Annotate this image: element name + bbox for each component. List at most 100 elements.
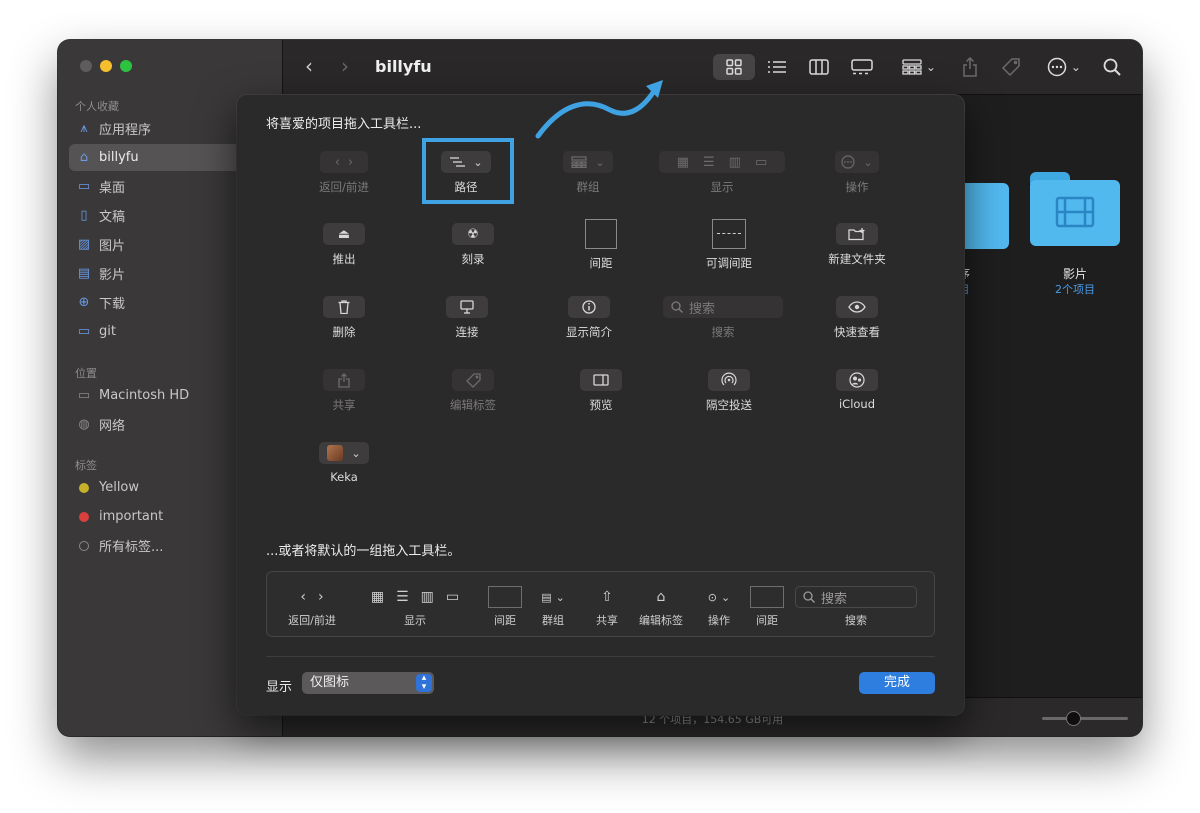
sidebar-item-movies[interactable]: ▤ 影片 xyxy=(69,260,259,287)
list-view-icon[interactable] xyxy=(765,54,789,80)
window-title: billyfu xyxy=(375,57,432,76)
toolbar-item-eject[interactable]: ⏏ 推出 xyxy=(284,223,404,267)
slider-knob[interactable] xyxy=(1066,711,1081,726)
chevron-down-icon: ⌄ xyxy=(721,590,731,604)
sidebar-item-network[interactable]: ◍ 网络 xyxy=(69,411,259,438)
minimize-window-button[interactable] xyxy=(100,60,112,72)
search-icon[interactable] xyxy=(1101,54,1123,80)
icon-view-grid-icon[interactable] xyxy=(713,54,755,80)
search-placeholder: 搜索 xyxy=(821,591,848,607)
home-icon: ⌂ xyxy=(79,150,89,165)
action-ellipsis-icon xyxy=(841,155,855,169)
toolbar-item-share[interactable]: 共享 xyxy=(284,369,404,413)
sidebar-item-label: Yellow xyxy=(99,480,140,495)
toolbar-item-label: 删除 xyxy=(332,325,356,339)
default-item-group: ▤ ⌄ 群组 xyxy=(533,586,573,628)
toolbar-item-icloud[interactable]: iCloud xyxy=(797,369,917,411)
gallery-view-icon: ▭ xyxy=(754,154,768,170)
toolbar-item-flexible-space[interactable]: 可调间距 xyxy=(669,219,789,271)
toolbar-item-back-forward[interactable]: ‹ › 返回/前进 xyxy=(284,151,404,195)
search-icon xyxy=(803,591,815,603)
toolbar-item-airdrop[interactable]: 隔空投送 xyxy=(669,369,789,413)
toolbar-item-connect[interactable]: 连接 xyxy=(407,296,527,340)
toolbar-item-edit-tags[interactable]: 编辑标签 xyxy=(413,369,533,413)
sidebar-item-home[interactable]: ⌂ billyfu xyxy=(69,144,259,171)
toolbar-item-label: 显示简介 xyxy=(566,325,612,339)
default-toolbar-set[interactable]: ‹ › 返回/前进 ▦ ☰ ▥ ▭ 显示 间距 ▤ ⌄ 群组 ⇧ 共享 ⌂ 编辑标签 xyxy=(266,571,935,637)
default-item-action: ⊙ ⌄ 操作 xyxy=(695,586,743,628)
show-mode-select[interactable]: 仅图标 ▴ ▾ xyxy=(302,672,434,694)
chevron-down-icon: ⌄ xyxy=(351,446,361,460)
tag-icon: ⌂ xyxy=(656,589,666,605)
toolbar-item-burn[interactable]: ☢ 刻录 xyxy=(413,223,533,267)
toolbar-item-keka[interactable]: ⌄ Keka xyxy=(284,442,404,484)
toolbar-item-label: 群组 xyxy=(576,180,600,194)
default-item-label: 返回/前进 xyxy=(288,614,336,627)
toolbar-item-label: 共享 xyxy=(332,398,356,412)
chevron-down-icon: ⌄ xyxy=(863,155,873,169)
sidebar-item-desktop[interactable]: ▭ 桌面 xyxy=(69,173,259,200)
sidebar-item-pictures[interactable]: ▨ 图片 xyxy=(69,231,259,258)
show-label: 显示 xyxy=(266,680,293,695)
gallery-view-icon[interactable] xyxy=(849,54,875,80)
toolbar-item-search[interactable]: 搜索 搜索 xyxy=(663,296,783,340)
toolbar-item-quick-look[interactable]: 快速查看 xyxy=(797,296,917,340)
sidebar-item-label: git xyxy=(99,324,116,339)
chevron-down-icon: ⌄ xyxy=(555,590,565,604)
share-icon[interactable] xyxy=(959,54,981,80)
forward-chevron-icon: › xyxy=(318,589,324,605)
back-chevron-icon: ‹ xyxy=(334,154,340,170)
action-menu-icon[interactable]: ⌄ xyxy=(1043,54,1085,80)
default-item-label: 群组 xyxy=(542,614,564,627)
film-icon: ▤ xyxy=(77,266,91,281)
sidebar-tag-yellow[interactable]: Yellow xyxy=(69,474,259,501)
chevron-down-icon: ⌄ xyxy=(595,155,605,169)
sidebar-item-documents[interactable]: ▯ 文稿 xyxy=(69,202,259,229)
burn-radiation-icon: ☢ xyxy=(467,226,479,242)
forward-chevron-icon[interactable]: › xyxy=(341,54,349,78)
toolbar-item-preview[interactable]: 预览 xyxy=(541,369,661,413)
sidebar-item-macintosh-hd[interactable]: ▭ Macintosh HD xyxy=(69,382,259,409)
zoom-window-button[interactable] xyxy=(120,60,132,72)
sidebar-tag-all[interactable]: 所有标签... xyxy=(69,532,259,559)
close-window-button[interactable] xyxy=(80,60,92,72)
group-icon xyxy=(571,156,587,168)
toolbar-item-space[interactable]: 间距 xyxy=(541,219,661,271)
icon-size-slider[interactable] xyxy=(1042,711,1128,726)
toolbar-item-new-folder[interactable]: 新建文件夹 xyxy=(797,223,917,267)
default-item-edit-tags: ⌂ 编辑标签 xyxy=(635,586,687,628)
default-item-back-forward: ‹ › 返回/前进 xyxy=(283,586,341,628)
photo-icon: ▨ xyxy=(77,237,91,252)
default-item-label: 间距 xyxy=(494,614,516,627)
toolbar-item-delete[interactable]: 删除 xyxy=(284,296,404,340)
tag-icon[interactable] xyxy=(999,54,1023,80)
toolbar-item-action[interactable]: ⌄ 操作 xyxy=(797,151,917,195)
sidebar-section-favorites: 个人收藏 xyxy=(75,100,119,113)
default-item-label: 编辑标签 xyxy=(639,614,683,627)
sidebar-section-tags: 标签 xyxy=(75,459,97,472)
icon-view-grid-icon: ▦ xyxy=(676,154,690,170)
toolbar-item-view[interactable]: ▦ ☰ ▥ ▭ 显示 xyxy=(651,151,793,195)
sidebar-item-applications[interactable]: ⩚ 应用程序 xyxy=(69,115,259,142)
eye-icon xyxy=(848,301,866,313)
sidebar-item-git[interactable]: ▭ git xyxy=(69,318,259,345)
desktop-icon: ▭ xyxy=(77,179,91,194)
toolbar-item-get-info[interactable]: 显示简介 xyxy=(529,296,649,340)
column-view-icon[interactable] xyxy=(807,54,831,80)
toolbar-item-label: 间距 xyxy=(589,256,613,270)
airdrop-icon xyxy=(721,372,737,386)
done-button[interactable]: 完成 xyxy=(859,672,935,694)
yellow-tag-dot-icon xyxy=(79,482,89,493)
toolbar-item-label: 预览 xyxy=(589,398,613,412)
sidebar-item-downloads[interactable]: ⊕ 下载 xyxy=(69,289,259,316)
new-folder-icon xyxy=(848,228,865,241)
default-item-label: 共享 xyxy=(596,614,618,627)
group-by-menu-icon[interactable]: ⌄ xyxy=(899,54,939,80)
sidebar-item-label: important xyxy=(99,509,164,524)
toolbar-item-label: 搜索 xyxy=(711,325,735,339)
document-icon: ▯ xyxy=(80,208,88,223)
back-chevron-icon[interactable]: ‹ xyxy=(305,54,313,78)
sidebar-tag-important[interactable]: important xyxy=(69,503,259,530)
toolbar-item-label: 快速查看 xyxy=(834,325,880,339)
toolbar-item-group[interactable]: ⌄ 群组 xyxy=(528,151,648,195)
